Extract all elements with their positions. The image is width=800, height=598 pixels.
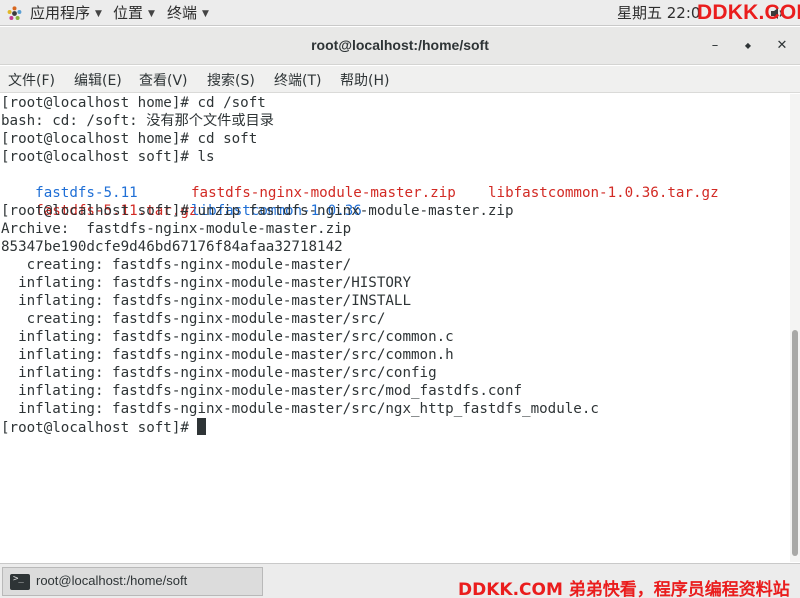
terminal-line: [root@localhost soft]# ls	[1, 149, 215, 165]
watermark-banner: DDKK.COM 弟弟快看，程序员编程资料站	[458, 580, 790, 598]
chevron-down-icon: ▼	[95, 8, 102, 19]
menu-search[interactable]: 搜索(S)	[207, 70, 255, 90]
ls-entry-archive: fastdfs-nginx-module-master.zip	[191, 185, 456, 201]
terminal-line: inflating: fastdfs-nginx-module-master/s…	[1, 329, 454, 345]
window-titlebar[interactable]: root@localhost:/home/soft – ◆ ✕	[0, 27, 800, 65]
applications-label: 应用程序	[30, 4, 91, 22]
ls-entry-archive: libfastcommon-1.0.36.tar.gz	[488, 185, 719, 201]
terminal-prompt-line: [root@localhost soft]#	[1, 418, 207, 436]
terminal-scrollbar[interactable]	[790, 94, 800, 562]
chevron-down-icon: ▼	[202, 8, 209, 19]
top-panel: 应用程序 ▼ 位置 ▼ 终端 ▼ 星期五 22:0 DDKK.COM	[0, 0, 800, 26]
window-title: root@localhost:/home/soft	[311, 37, 489, 53]
menu-view[interactable]: 查看(V)	[139, 70, 188, 90]
maximize-button[interactable]: ◆	[740, 38, 756, 54]
terminal-line: inflating: fastdfs-nginx-module-master/s…	[1, 401, 599, 417]
terminal-line: inflating: fastdfs-nginx-module-master/I…	[1, 293, 411, 309]
terminal-app-menu[interactable]: 终端 ▼	[167, 0, 209, 26]
watermark-logo: DDKK.COM	[697, 1, 800, 24]
terminal-prompt: [root@localhost soft]#	[1, 420, 198, 436]
menu-terminal[interactable]: 终端(T)	[274, 70, 321, 90]
text-cursor	[197, 418, 207, 435]
places-menu[interactable]: 位置 ▼	[113, 0, 155, 26]
terminal-line: creating: fastdfs-nginx-module-master/	[1, 257, 352, 273]
places-label: 位置	[113, 4, 144, 22]
terminal-line: [root@localhost soft]# unzip fastdfs-ngi…	[1, 203, 514, 219]
terminal-line: [root@localhost home]# cd /soft	[1, 95, 266, 111]
terminal-line: inflating: fastdfs-nginx-module-master/s…	[1, 383, 523, 399]
bottom-taskbar: root@localhost:/home/soft DDKK.COM 弟弟快看，…	[0, 563, 800, 598]
applications-menu[interactable]: 应用程序 ▼	[30, 0, 102, 26]
menu-help[interactable]: 帮助(H)	[340, 70, 389, 90]
menubar: 文件(F) 编辑(E) 查看(V) 搜索(S) 终端(T) 帮助(H)	[0, 66, 800, 93]
minimize-button[interactable]: –	[707, 38, 723, 54]
menu-edit[interactable]: 编辑(E)	[74, 70, 122, 90]
scrollbar-thumb[interactable]	[792, 330, 798, 556]
terminal-line: inflating: fastdfs-nginx-module-master/s…	[1, 347, 454, 363]
close-button[interactable]: ✕	[774, 38, 790, 54]
taskbar-item-label: root@localhost:/home/soft	[36, 573, 188, 588]
terminal-line: inflating: fastdfs-nginx-module-master/s…	[1, 365, 437, 381]
terminal-output[interactable]: [root@localhost home]# cd /soft bash: cd…	[0, 94, 790, 562]
terminal-line: bash: cd: /soft: 没有那个文件或目录	[1, 113, 274, 129]
terminal-line: creating: fastdfs-nginx-module-master/sr…	[1, 311, 386, 327]
terminal-line: Archive: fastdfs-nginx-module-master.zip	[1, 221, 352, 237]
ls-output-row: fastdfs-5.11.tar.gz libfastcommon-1.0.36	[1, 184, 362, 219]
applications-icon[interactable]	[7, 6, 22, 21]
menu-file[interactable]: 文件(F)	[8, 70, 55, 90]
terminal-line: inflating: fastdfs-nginx-module-master/H…	[1, 275, 411, 291]
terminal-line: 85347be190dcfe9d46bd67176f84afaa32718142	[1, 239, 343, 255]
terminal-app-label: 终端	[167, 4, 198, 22]
chevron-down-icon: ▼	[148, 8, 155, 19]
ls-output-row: fastdfs-5.11 fastdfs-nginx-module-master.…	[1, 166, 718, 201]
terminal-icon	[10, 574, 30, 590]
terminal-line: [root@localhost home]# cd soft	[1, 131, 258, 147]
taskbar-terminal-window[interactable]: root@localhost:/home/soft	[2, 567, 263, 596]
clock[interactable]: 星期五 22:0	[617, 0, 700, 26]
